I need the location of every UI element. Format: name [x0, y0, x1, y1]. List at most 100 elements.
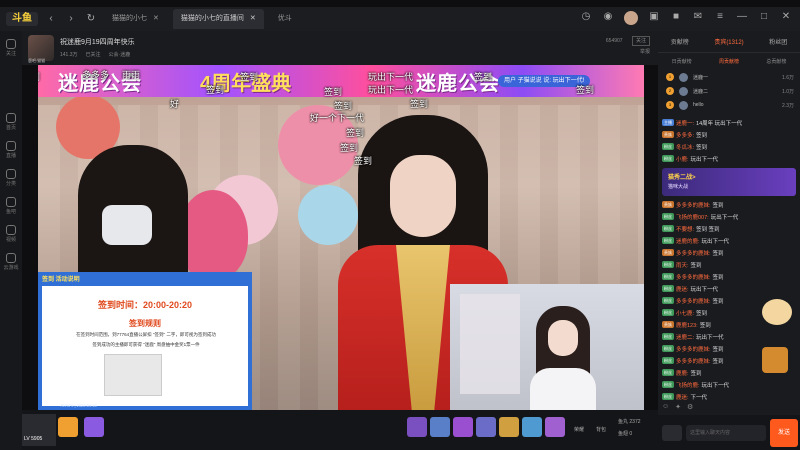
fish-icon — [6, 197, 16, 207]
gift-icon[interactable] — [499, 417, 519, 437]
room-tag[interactable]: 公会·迷鹿 — [109, 51, 131, 58]
chat-message: 粉丝 飞扬的鹿: 玩出下一代 — [662, 381, 730, 389]
hot-value: 141.3万 — [60, 52, 78, 58]
maximize-icon[interactable]: □ — [758, 11, 770, 23]
event-notice[interactable]: 猫秀二战> 猫咪大战 — [662, 168, 796, 196]
honor-button[interactable]: 荣耀 — [574, 426, 584, 433]
mascot-icon[interactable] — [762, 299, 792, 325]
sidebar-item-video[interactable]: 视频 — [0, 225, 22, 243]
fans-status: 已关注 — [85, 52, 101, 58]
gift-icon[interactable] — [430, 417, 450, 437]
chat-input[interactable]: 这里输入聊天内容 — [686, 425, 766, 441]
signin-rule-title: 签到规则 — [129, 319, 161, 328]
chat-message: 粉丝 迷鹿二: 玩出下一代 — [662, 333, 724, 341]
rank-tabs: 贡献榜 贵宾(1312) 粉丝团 — [658, 31, 800, 53]
chat-message: 粉丝 迷鹿的鹿: 玩出下一代 — [662, 237, 730, 245]
reward-image — [104, 354, 162, 396]
app-window: 斗鱼 ‹ › ↻ 猫猫的小七 ✕ 猫猫的小七的直播间 ✕ 优斗 ◷ ◉ ▣ ■ ✉ … — [0, 0, 800, 450]
gift-icon[interactable] — [407, 417, 427, 437]
danmu: 签到 — [576, 85, 595, 95]
sidebar-item-cloudgame[interactable]: 云游戏 — [0, 253, 22, 271]
room-header: 鹿吧:猫猫 祝迷鹿9月19四周年快乐 141.3万 已关注 公会·迷鹿 6549… — [22, 31, 658, 65]
tab-contrib[interactable]: 贡献榜 — [671, 37, 689, 46]
rank-row[interactable]: 2 迷鹿二 1.0万 — [666, 85, 794, 97]
yuwan-count: 鱼丸 2372 — [618, 419, 641, 425]
gift-icon[interactable]: ■ — [670, 11, 682, 23]
chat-tools: ☺ ✦ ⚙ — [662, 403, 693, 411]
danmu: 玩出下一代 — [368, 85, 414, 95]
sidebar-item-category[interactable]: 分类 — [0, 169, 22, 187]
forward-icon[interactable]: › — [64, 12, 78, 26]
gift-icon[interactable] — [476, 417, 496, 437]
badge-selector[interactable] — [662, 425, 682, 441]
emoji-icon[interactable]: ☺ — [662, 403, 669, 411]
user-avatar[interactable] — [624, 11, 638, 25]
signin-time: 签到时间：20:00-20:20 — [97, 300, 193, 310]
chat-message: 粉丝 鹿迷: 下一代 — [662, 393, 708, 401]
tab-extra[interactable]: 优斗 — [270, 9, 300, 29]
sidebar-item-follow[interactable]: 关注 — [0, 39, 22, 57]
left-sidebar: 关注 首页 直播 分类 鱼吧 视频 云游戏 — [0, 31, 22, 450]
danmu: 玩出下一代 — [368, 72, 414, 82]
window-controls: ◷ ◉ ▣ ■ ✉ ≡ — □ ✕ — [580, 11, 792, 25]
gift-icon[interactable] — [522, 417, 542, 437]
sidebar-item-live[interactable]: 直播 — [0, 141, 22, 159]
shirt-icon[interactable]: ▣ — [648, 11, 660, 23]
danmu: 签到 — [474, 72, 493, 82]
close-icon[interactable]: ✕ — [250, 9, 256, 29]
gift-bar: LV 5905 荣耀 背包 鱼丸 2372 鱼翅 0 — [22, 410, 658, 450]
settings-icon[interactable]: ⚙ — [687, 403, 693, 411]
gift-icon[interactable] — [84, 417, 104, 437]
tab-streamer[interactable]: 猫猫的小七 ✕ — [104, 9, 167, 29]
video-icon — [6, 225, 16, 235]
chat-message: 粉丝 多多多的鹿妹: 签到 — [662, 273, 724, 281]
face-mask — [102, 205, 152, 245]
sidebar-item-home[interactable]: 首页 — [0, 113, 22, 131]
room-right-info: 654907 关注 举报 — [605, 36, 650, 55]
rank-row[interactable]: 3 hello 2.3万 — [666, 99, 794, 111]
grid-icon — [6, 169, 16, 179]
close-icon[interactable]: ✕ — [153, 9, 159, 29]
clock-icon[interactable]: ◷ — [580, 11, 592, 23]
treasure-chest-icon[interactable] — [762, 347, 788, 373]
chat-message: 贵族 多多多的鹿妹: 签到 — [662, 249, 724, 257]
camera-icon[interactable]: ◉ — [602, 11, 614, 23]
danmu: 雨雨 — [122, 70, 141, 80]
danmu: 签到 — [324, 87, 343, 97]
refresh-icon[interactable]: ↻ — [84, 12, 98, 26]
send-button[interactable]: 发送 — [770, 419, 798, 447]
chat-message: 粉丝 雨天: 签到 — [662, 261, 702, 269]
gift-icon[interactable] — [453, 417, 473, 437]
follow-button[interactable]: 关注 — [631, 36, 650, 46]
room-id: 654907 — [605, 38, 623, 44]
danmu: 签到 — [240, 72, 259, 82]
rank-row[interactable]: 1 迷鹿一 1.6万 — [666, 71, 794, 83]
menu-icon[interactable]: ≡ — [714, 11, 726, 23]
title-bar: 斗鱼 ‹ › ↻ 猫猫的小七 ✕ 猫猫的小七的直播间 ✕ 优斗 ◷ ◉ ▣ ■ ✉ … — [0, 7, 800, 31]
mail-icon[interactable]: ✉ — [692, 11, 704, 23]
chat-input-area: 这里输入聊天内容 发送 — [658, 415, 800, 450]
room-meta: 141.3万 已关注 公会·迷鹿 — [60, 51, 130, 58]
tab-room[interactable]: 猫猫的小七的直播间 ✕ — [172, 9, 264, 29]
gift-icon[interactable] — [58, 417, 78, 437]
gift-icon[interactable] — [545, 417, 565, 437]
minimize-icon[interactable]: — — [736, 11, 748, 23]
pip-video[interactable] — [450, 284, 644, 410]
sidebar-item-fishbar[interactable]: 鱼吧 — [0, 197, 22, 215]
gift-small-icon[interactable]: ✦ — [675, 403, 681, 411]
back-icon[interactable]: ‹ — [44, 12, 58, 26]
danmu: 好 — [170, 99, 180, 109]
gamepad-icon — [6, 253, 16, 263]
report-link[interactable]: 举报 — [606, 48, 650, 55]
pip-person — [530, 306, 596, 410]
chat-panel: 贡献榜 贵宾(1312) 粉丝团 日贡献榜 周贡献榜 总贡献榜 1 迷鹿一 1.6万… — [658, 31, 800, 450]
danmu: 签到 — [38, 70, 40, 83]
close-window-icon[interactable]: ✕ — [780, 11, 792, 23]
room-title: 祝迷鹿9月19四周年快乐 — [60, 39, 135, 46]
backpack-button[interactable]: 背包 — [596, 426, 606, 433]
tab-vip[interactable]: 贵宾(1312) — [714, 37, 743, 46]
tab-fans[interactable]: 粉丝团 — [769, 37, 787, 46]
yuchi-count: 鱼翅 0 — [618, 431, 633, 437]
heart-icon — [6, 39, 16, 49]
chat-message: 粉丝 不要想: 签到 签到 — [662, 225, 720, 233]
